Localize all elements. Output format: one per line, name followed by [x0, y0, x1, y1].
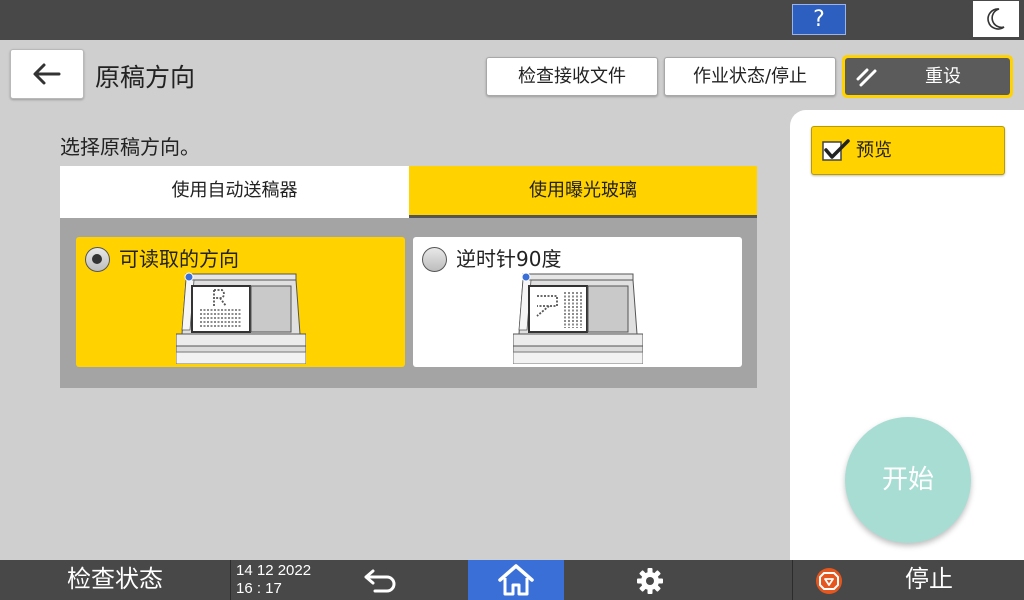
orientation-options-panel: 可读取的方向 逆时针90度 [60, 218, 757, 388]
option-counterclockwise-90[interactable]: 逆时针90度 [413, 237, 742, 367]
stop-button[interactable]: 停止 [795, 560, 1024, 600]
tab-exposure-glass[interactable]: 使用曝光玻璃 [409, 166, 757, 218]
stop-icon [816, 568, 842, 594]
divider [230, 560, 231, 600]
radio-readable-selected[interactable] [85, 247, 110, 272]
help-button[interactable]: ? [792, 4, 846, 35]
preview-toggle[interactable]: 预览 [811, 126, 1005, 175]
back-button[interactable] [10, 49, 84, 99]
home-icon [498, 564, 534, 596]
time-text: 16 : 17 [236, 580, 282, 597]
option-readable-direction[interactable]: 可读取的方向 [76, 237, 405, 367]
night-mode-button[interactable] [973, 1, 1019, 37]
checkmark-icon [822, 139, 850, 161]
arrow-left-icon [33, 63, 61, 85]
system-bar: ? [0, 0, 1024, 40]
check-status-button[interactable]: 检查状态 [0, 560, 230, 600]
bottom-bar: 检查状态 14 12 2022 16 : 17 停止 [0, 560, 1024, 600]
moon-icon [987, 8, 1005, 30]
divider [792, 560, 793, 600]
reset-button[interactable]: 重设 [842, 55, 1013, 98]
stop-label: 停止 [905, 565, 953, 593]
gear-icon [637, 568, 663, 594]
preview-label: 预览 [856, 140, 892, 161]
return-arrow-icon [364, 569, 396, 593]
radio-dot [92, 254, 102, 264]
right-side-panel: 预览 开始 [790, 110, 1024, 560]
page-title: 原稿方向 [95, 63, 196, 92]
scanner-rotated-icon [513, 272, 643, 364]
reset-button-face: 重设 [845, 58, 1010, 95]
scanner-readable-icon [176, 272, 306, 364]
check-received-files-button[interactable]: 检查接收文件 [486, 57, 658, 96]
tab-auto-document-feeder[interactable]: 使用自动送稿器 [60, 166, 409, 218]
reset-label: 重设 [925, 66, 961, 87]
start-button[interactable]: 开始 [845, 417, 971, 543]
option-readable-label: 可读取的方向 [119, 247, 239, 271]
instruction-text: 选择原稿方向。 [60, 135, 200, 159]
double-slash-icon [856, 68, 877, 87]
radio-counterclockwise-unselected[interactable] [422, 247, 447, 272]
return-button[interactable] [352, 560, 410, 600]
date-text: 14 12 2022 [236, 562, 312, 579]
date-time-display: 14 12 2022 16 : 17 [236, 562, 311, 598]
home-button[interactable] [468, 560, 564, 600]
settings-button[interactable] [630, 560, 670, 600]
option-ccw-label: 逆时针90度 [456, 247, 562, 271]
job-status-button[interactable]: 作业状态/停止 [664, 57, 836, 96]
